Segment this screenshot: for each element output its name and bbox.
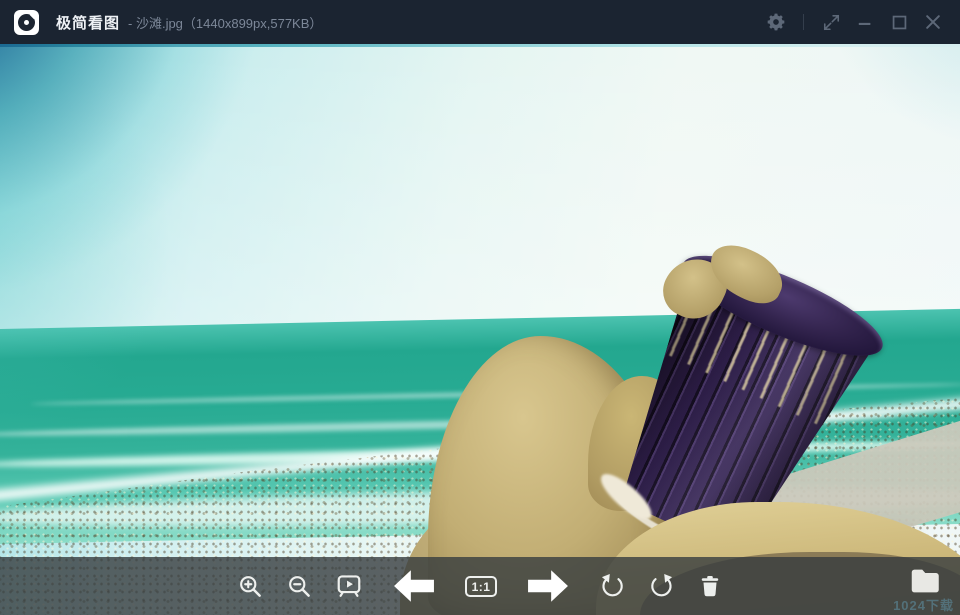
delete-image-icon[interactable] xyxy=(697,573,723,599)
actual-size-button[interactable]: 1:1 xyxy=(465,576,498,597)
app-window: 极简看图 - 沙滩.jpg（1440x899px,577KB） xyxy=(0,0,960,615)
image-viewport[interactable]: 1:1 xyxy=(0,44,960,615)
maximize-icon[interactable] xyxy=(884,7,914,37)
settings-gear-icon[interactable] xyxy=(761,7,791,37)
window-title: 极简看图 - 沙滩.jpg（1440x899px,577KB） xyxy=(56,12,322,33)
fullscreen-icon[interactable] xyxy=(816,7,846,37)
watermark-text: 1024下载 xyxy=(893,595,954,614)
window-controls xyxy=(761,7,960,37)
title-bar: 极简看图 - 沙滩.jpg（1440x899px,577KB） xyxy=(0,0,960,44)
zoom-out-icon[interactable] xyxy=(286,573,313,600)
app-title: 极简看图 xyxy=(56,12,120,33)
previous-image-icon[interactable] xyxy=(393,569,435,603)
photo-top-vignette-edge xyxy=(0,44,960,47)
next-image-icon[interactable] xyxy=(527,569,569,603)
toolbar-button-group: 1:1 xyxy=(237,569,724,603)
app-logo-icon xyxy=(14,10,39,35)
titlebar-divider xyxy=(803,14,804,30)
zoom-in-icon[interactable] xyxy=(237,573,264,600)
logo-dot xyxy=(24,20,29,25)
rotate-right-icon[interactable] xyxy=(648,573,675,600)
viewer-toolbar: 1:1 xyxy=(0,557,960,615)
slideshow-icon[interactable] xyxy=(335,572,363,600)
rotate-left-icon[interactable] xyxy=(599,573,626,600)
file-info: - 沙滩.jpg（1440x899px,577KB） xyxy=(128,13,322,32)
minimize-icon[interactable] xyxy=(850,7,880,37)
close-icon[interactable] xyxy=(918,7,948,37)
